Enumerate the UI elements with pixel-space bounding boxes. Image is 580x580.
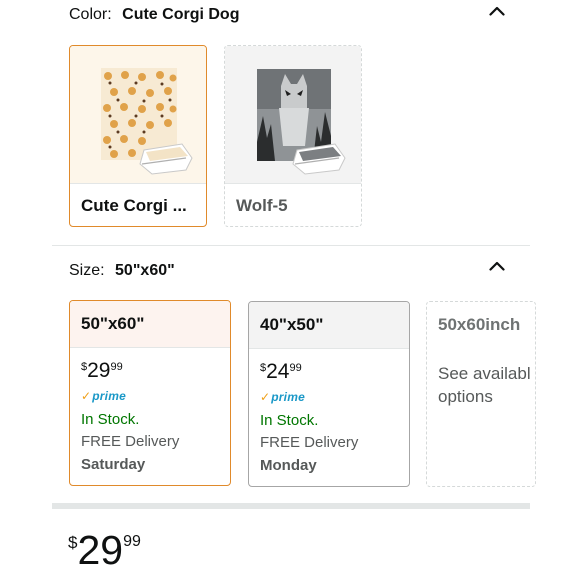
- size-option-50x60[interactable]: 50"x60" $2999 ✓prime In Stock. FREE Deli…: [69, 300, 231, 486]
- delivery-text: FREE Delivery: [260, 434, 359, 451]
- right-gutter: [530, 0, 580, 580]
- size-option-40x50[interactable]: 40"x50" $2499 ✓prime In Stock. FREE Deli…: [248, 301, 410, 487]
- size-option-50x60inch[interactable]: 50x60inch See availabl options: [426, 301, 536, 487]
- collapse-size-chevron-up-icon[interactable]: [489, 259, 505, 273]
- color-option-label: Wolf-5: [236, 196, 288, 215]
- delivery-day: Saturday: [81, 456, 146, 473]
- size-header: Size: 50"x60": [69, 262, 175, 280]
- left-gutter: [0, 0, 52, 580]
- color-selected-value: Cute Corgi Dog: [122, 6, 240, 23]
- section-divider-thick: [52, 503, 530, 509]
- section-divider: [52, 245, 530, 246]
- delivery-day: Monday: [260, 457, 317, 474]
- color-option-label: Cute Corgi ...: [81, 196, 187, 215]
- size-option-title: 40"x50": [260, 315, 324, 334]
- color-header: Color: Cute Corgi Dog: [69, 6, 239, 24]
- size-option-title: 50x60inch: [438, 315, 521, 334]
- check-icon: ✓: [81, 389, 92, 403]
- stock-status: In Stock.: [81, 411, 140, 428]
- color-label: Color:: [69, 6, 112, 23]
- wolf-blanket-image: [225, 46, 361, 183]
- main-price: $2999: [68, 527, 141, 573]
- check-icon: ✓: [260, 390, 271, 404]
- delivery-text: FREE Delivery: [81, 433, 180, 450]
- corgi-blanket-image: [70, 46, 206, 183]
- size-selected-value: 50"x60": [115, 262, 175, 279]
- size-option-title: 50"x60": [81, 314, 145, 333]
- size-option-price: $2499: [260, 360, 302, 383]
- color-option-cute-corgi[interactable]: Cute Corgi ...: [69, 45, 207, 227]
- prime-badge: ✓prime: [260, 390, 305, 404]
- variation-panel: Color: Cute Corgi Dog Cute Corgi ... Wol…: [52, 0, 536, 580]
- size-label: Size:: [69, 262, 105, 279]
- color-option-wolf-5[interactable]: Wolf-5: [224, 45, 362, 227]
- prime-badge: ✓prime: [81, 389, 126, 403]
- stock-status: In Stock.: [260, 412, 319, 429]
- size-option-price: $2999: [81, 359, 123, 382]
- collapse-color-chevron-up-icon[interactable]: [489, 4, 505, 18]
- see-available-options[interactable]: See availabl options: [438, 362, 531, 408]
